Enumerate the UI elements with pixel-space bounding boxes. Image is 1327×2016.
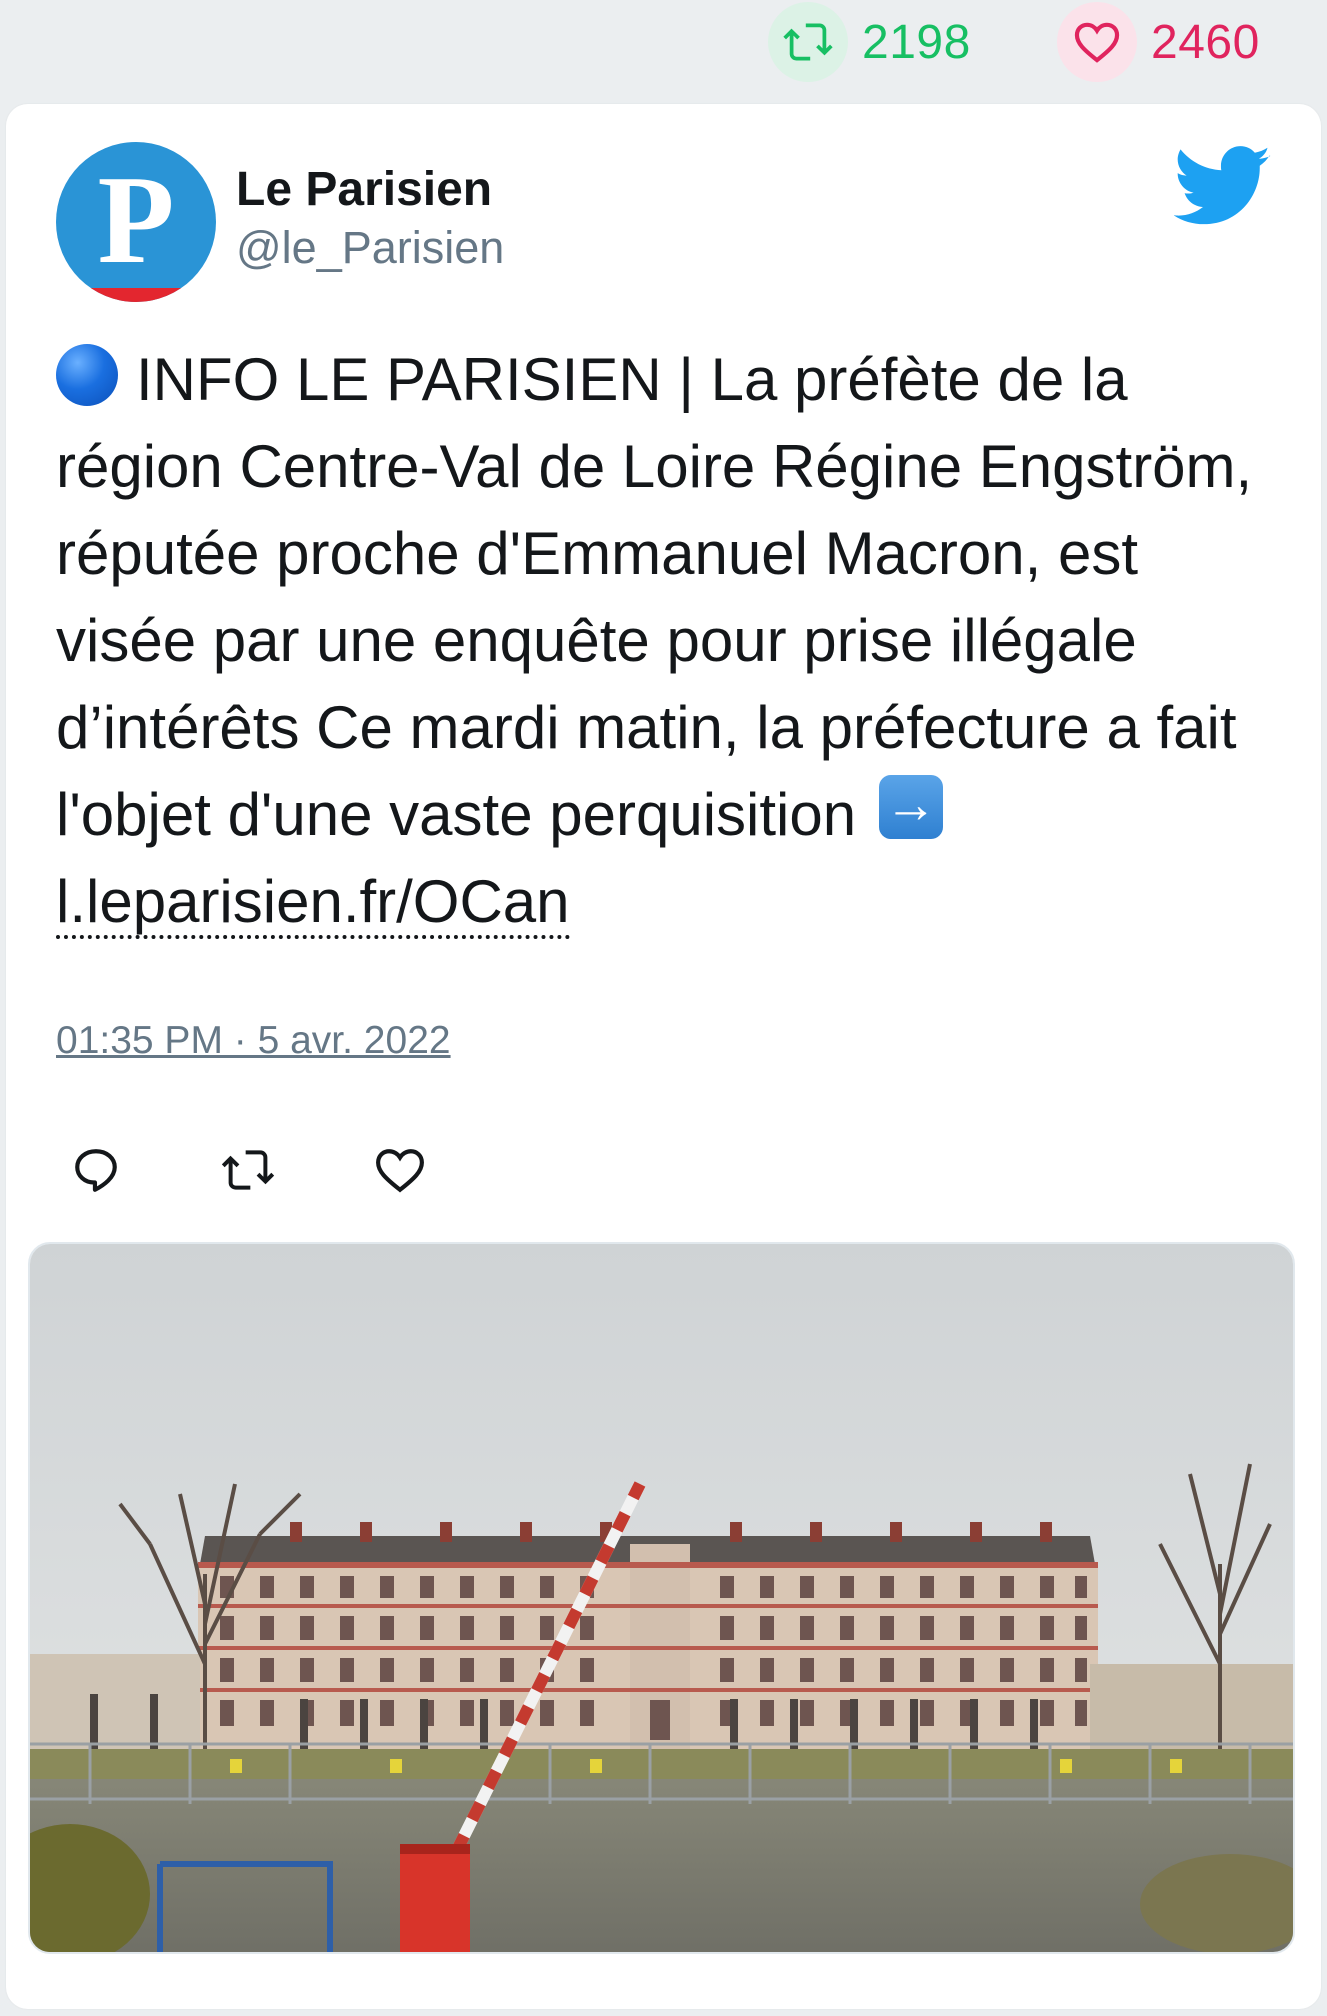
engagement-stats-bar: 2198 2460 [0, 0, 1327, 100]
prefecture-building-photo [30, 1244, 1293, 1952]
like-count: 2460 [1151, 15, 1260, 69]
retweet-stat[interactable]: 2198 [768, 2, 971, 82]
avatar-logo-letter: P [97, 151, 175, 290]
right-arrow-emoji [878, 775, 943, 839]
heart-icon[interactable] [372, 1142, 428, 1198]
tweet-body: INFO LE PARISIEN | La préfète de la régi… [56, 346, 1253, 848]
author-name[interactable]: Le Parisien [236, 162, 492, 217]
tweet-card: P Le Parisien @le_Parisien INFO LE PARIS… [6, 104, 1321, 2009]
twitter-bird-icon[interactable] [1173, 146, 1272, 228]
tweet-link[interactable]: l.leparisien.fr/OCan [56, 868, 570, 939]
tweet-text: INFO LE PARISIEN | La préfète de la régi… [56, 336, 1266, 945]
tweet-actions [68, 1140, 524, 1200]
avatar[interactable]: P [56, 142, 216, 302]
reply-icon[interactable] [68, 1142, 124, 1198]
author-handle[interactable]: @le_Parisien [236, 222, 504, 274]
retweet-count: 2198 [862, 15, 971, 69]
retweet-icon[interactable] [768, 2, 848, 82]
tweet-timestamp[interactable]: 01:35 PM · 5 avr. 2022 [56, 1019, 451, 1063]
blue-circle-emoji [56, 344, 118, 406]
retweet-icon[interactable] [220, 1142, 276, 1198]
avatar-red-stripe [56, 288, 216, 302]
heart-icon[interactable] [1057, 2, 1137, 82]
tweet-photo[interactable] [28, 1242, 1295, 1954]
like-stat[interactable]: 2460 [1057, 2, 1260, 82]
